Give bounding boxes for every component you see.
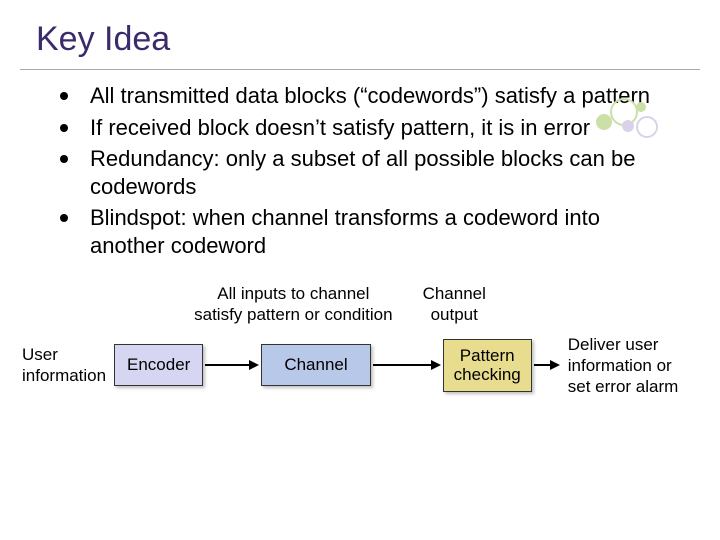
arrow-icon (534, 360, 560, 370)
flow-upper-labels: All inputs to channel satisfy pattern or… (0, 283, 720, 326)
arrow-icon (205, 360, 259, 370)
bullet-icon (60, 92, 68, 100)
list-item: Blindspot: when channel transforms a cod… (60, 204, 680, 259)
user-information-label: User information (22, 344, 114, 387)
bullet-text: If received block doesn’t satisfy patter… (90, 114, 590, 142)
bullet-text: Blindspot: when channel transforms a cod… (90, 204, 680, 259)
title-underline (20, 69, 700, 70)
deliver-label: Deliver user information or set error al… (568, 334, 708, 398)
list-item: Redundancy: only a subset of all possibl… (60, 145, 680, 200)
pattern-checking-box: Pattern checking (443, 339, 532, 392)
bullet-text: All transmitted data blocks (“codewords”… (90, 82, 650, 110)
bullet-icon (60, 124, 68, 132)
list-item: All transmitted data blocks (“codewords”… (60, 82, 680, 110)
output-label: Channel output (423, 283, 486, 326)
list-item: If received block doesn’t satisfy patter… (60, 114, 680, 142)
bullet-text: Redundancy: only a subset of all possibl… (90, 145, 680, 200)
arrow-icon (373, 360, 441, 370)
encoder-box: Encoder (114, 344, 203, 386)
bullet-icon (60, 155, 68, 163)
bullet-list: All transmitted data blocks (“codewords”… (0, 82, 720, 259)
channel-box: Channel (261, 344, 370, 386)
inputs-label: All inputs to channel satisfy pattern or… (194, 283, 392, 326)
page-title: Key Idea (0, 0, 720, 65)
bullet-icon (60, 214, 68, 222)
flow-diagram: User information Encoder Channel Pattern… (0, 334, 720, 398)
